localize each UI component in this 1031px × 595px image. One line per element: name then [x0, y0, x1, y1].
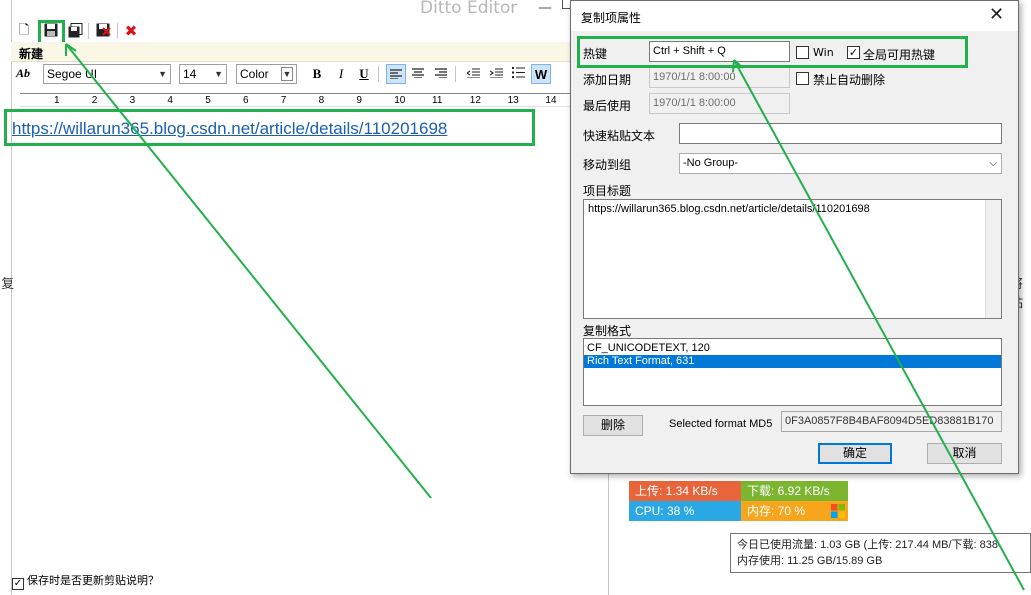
annotation-arrows — [65, 43, 1025, 591]
arrow-to-hotkey-field — [733, 59, 1025, 591]
arrow-to-save-icon — [65, 43, 432, 499]
